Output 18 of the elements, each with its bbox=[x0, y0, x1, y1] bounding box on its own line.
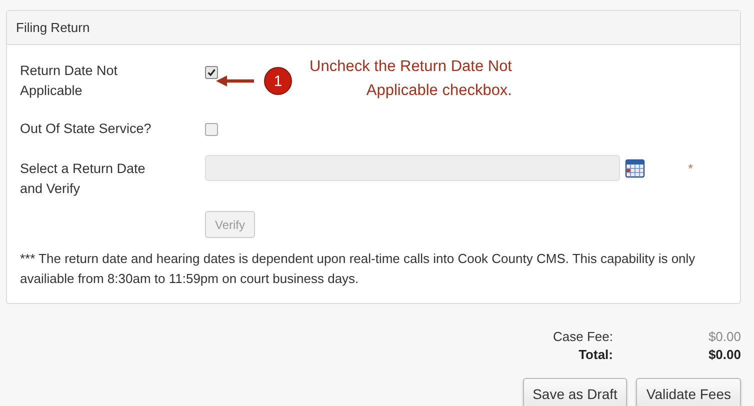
checkbox[interactable] bbox=[205, 123, 218, 136]
field-label: Return Date Not Applicable bbox=[20, 62, 119, 100]
required-mark: * bbox=[688, 160, 694, 176]
field-label: Select a Return Date and Verify bbox=[20, 160, 146, 198]
step-number-badge: 1 bbox=[264, 67, 292, 95]
panel-title: Filing Return bbox=[16, 20, 90, 35]
fee-label: Total: bbox=[578, 346, 613, 364]
arrow-icon bbox=[216, 75, 254, 87]
calendar-icon[interactable] bbox=[625, 158, 645, 178]
field-label: Out Of State Service? bbox=[20, 120, 152, 138]
availability-note: *** The return date and hearing dates is dependent upon real-time calls into Cook County CMS. This capability is only availiable from 8:30am to 11:59pm on court business days. bbox=[20, 250, 696, 288]
annotation-text: Uncheck the Return Date Not Applicable checkbox. bbox=[308, 57, 512, 101]
fee-amount: $0.00 bbox=[707, 346, 741, 364]
fee-label: Case Fee: bbox=[553, 328, 613, 346]
checkbox[interactable] bbox=[205, 66, 218, 79]
save-draft-button[interactable]: Save as Draft bbox=[522, 378, 628, 406]
fee-amount: $0.00 bbox=[707, 328, 741, 346]
validate-fees-button[interactable]: Validate Fees bbox=[636, 378, 741, 406]
